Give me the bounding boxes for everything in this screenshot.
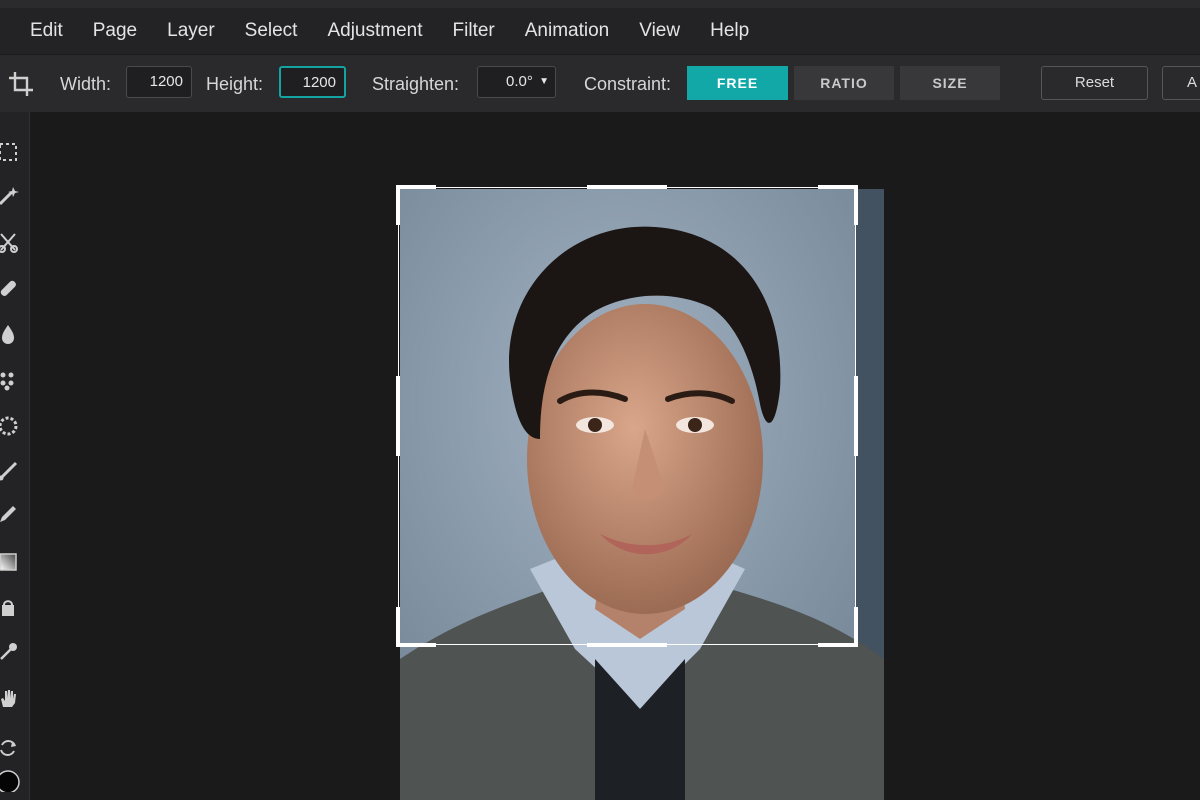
gradient-icon[interactable] [0, 550, 20, 574]
apply-button[interactable]: A [1162, 66, 1200, 100]
crop-handle-top-left-v[interactable] [396, 185, 400, 225]
pattern-stamp-icon[interactable] [0, 368, 20, 392]
brush-icon[interactable] [0, 458, 20, 482]
crop-handle-right-mid[interactable] [854, 376, 858, 456]
hand-icon[interactable] [0, 686, 20, 710]
width-label: Width: [60, 73, 112, 94]
magic-wand-icon[interactable] [0, 184, 20, 208]
height-label: Height: [206, 73, 264, 94]
crop-handle-top-right-v[interactable] [854, 185, 858, 225]
width-input[interactable]: 1200 [126, 66, 192, 98]
crop-handle-top-right[interactable] [818, 185, 858, 189]
paint-bucket-icon[interactable] [0, 596, 20, 620]
crop-tool-icon[interactable] [8, 55, 34, 113]
eyedropper-icon[interactable] [0, 640, 20, 664]
menu-view[interactable]: View [624, 20, 695, 42]
crop-handle-bottom-left-v[interactable] [396, 607, 400, 647]
rotate-icon[interactable] [0, 736, 20, 760]
scissors-icon[interactable] [0, 230, 20, 254]
tools-sidebar [0, 112, 30, 800]
straighten-label: Straighten: [372, 73, 460, 94]
crop-handle-left-mid[interactable] [396, 376, 400, 456]
color-swatch-icon[interactable] [0, 768, 20, 792]
height-input[interactable]: 1200 [279, 66, 346, 98]
crop-handle-bottom-right-v[interactable] [854, 607, 858, 647]
menu-layer[interactable]: Layer [152, 20, 230, 42]
crop-handle-top-left[interactable] [396, 185, 436, 189]
water-drop-icon[interactable] [0, 322, 20, 346]
crop-options-toolbar: Width: 1200 Height: 1200 Straighten: 0.0… [0, 54, 1200, 113]
constraint-ratio-button[interactable]: RATIO [794, 66, 894, 100]
menu-bar: Edit Page Layer Select Adjustment Filter… [0, 8, 1200, 54]
menu-adjustment[interactable]: Adjustment [312, 20, 437, 42]
menu-animation[interactable]: Animation [510, 20, 625, 42]
straighten-dropdown[interactable]: 0.0° ▼ [477, 66, 556, 98]
straighten-value: 0.0° [506, 73, 533, 90]
crop-handle-bottom-left[interactable] [396, 643, 436, 647]
crop-handle-bottom-mid[interactable] [587, 643, 667, 647]
portrait-image [400, 189, 884, 800]
menu-edit[interactable]: Edit [0, 20, 78, 42]
constraint-size-button[interactable]: SIZE [900, 66, 1000, 100]
crop-handle-bottom-right[interactable] [818, 643, 858, 647]
constraint-free-button[interactable]: FREE [687, 66, 788, 100]
bandage-heal-icon[interactable] [0, 276, 20, 300]
menu-page[interactable]: Page [78, 20, 152, 42]
constraint-label: Constraint: [584, 73, 672, 94]
menu-select[interactable]: Select [230, 20, 313, 42]
menu-filter[interactable]: Filter [438, 20, 510, 42]
menu-help[interactable]: Help [695, 20, 764, 42]
reset-button[interactable]: Reset [1041, 66, 1148, 100]
sponge-icon[interactable] [0, 414, 20, 438]
crop-handle-top-mid[interactable] [587, 185, 667, 189]
marquee-select-icon[interactable] [0, 140, 20, 164]
chevron-down-icon: ▼ [539, 76, 549, 87]
pencil-icon[interactable] [0, 502, 20, 526]
